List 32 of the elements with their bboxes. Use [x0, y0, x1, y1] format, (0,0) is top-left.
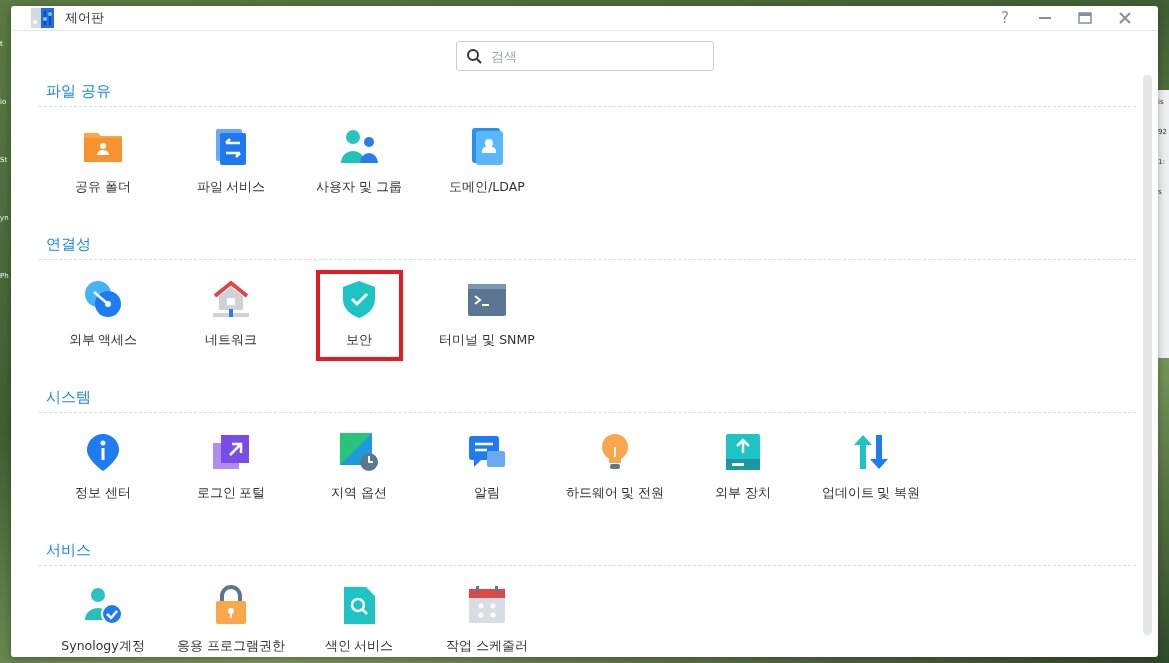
- control-panel-item[interactable]: 응용 프로그램권한: [167, 576, 295, 663]
- search-icon: [465, 48, 482, 64]
- control-panel-item[interactable]: 공유 폴더: [39, 117, 167, 208]
- section-heading: 파일 공유: [39, 81, 1136, 107]
- control-panel-item[interactable]: 지역 옵션: [295, 423, 423, 514]
- section-heading: 연결성: [39, 234, 1136, 260]
- section-heading: 서비스: [39, 540, 1136, 566]
- control-panel-item[interactable]: 도메인/LDAP: [423, 117, 551, 208]
- close-icon: [1118, 11, 1132, 25]
- control-panel-item[interactable]: Synology계정: [39, 576, 167, 663]
- house-network-icon: [210, 278, 252, 320]
- globe-dial-icon: [82, 278, 124, 320]
- section-heading: 시스템: [39, 387, 1136, 413]
- control-panel-item[interactable]: 정보 센터: [39, 423, 167, 514]
- control-panel-item[interactable]: 네트워크: [167, 270, 295, 361]
- control-panel-item[interactable]: 작업 스케줄러: [423, 576, 551, 663]
- maximize-icon: [1078, 11, 1092, 25]
- control-panel-item[interactable]: 사용자 및 그룹: [295, 117, 423, 208]
- search-field[interactable]: 검색: [455, 41, 714, 71]
- control-panel-item[interactable]: 하드웨어 및 전원: [551, 423, 679, 514]
- control-panel-item[interactable]: 로그인 포털: [167, 423, 295, 514]
- scrollbar[interactable]: [1143, 75, 1152, 635]
- control-panel-item[interactable]: 외부 장치: [679, 423, 807, 514]
- map-clock-icon: [338, 431, 380, 473]
- control-panel-item[interactable]: 알림: [423, 423, 551, 514]
- control-panel-item[interactable]: 업데이트 및 복원: [807, 423, 935, 514]
- control-panel-item[interactable]: 색인 서비스: [295, 576, 423, 663]
- calendar-icon: [466, 584, 508, 626]
- control-panel-item[interactable]: 외부 액세스: [39, 270, 167, 361]
- window-title: 제어판: [65, 9, 105, 27]
- control-panel-item[interactable]: 터미널 및 SNMP: [423, 270, 551, 361]
- control-panel-item[interactable]: 파일 서비스: [167, 117, 295, 208]
